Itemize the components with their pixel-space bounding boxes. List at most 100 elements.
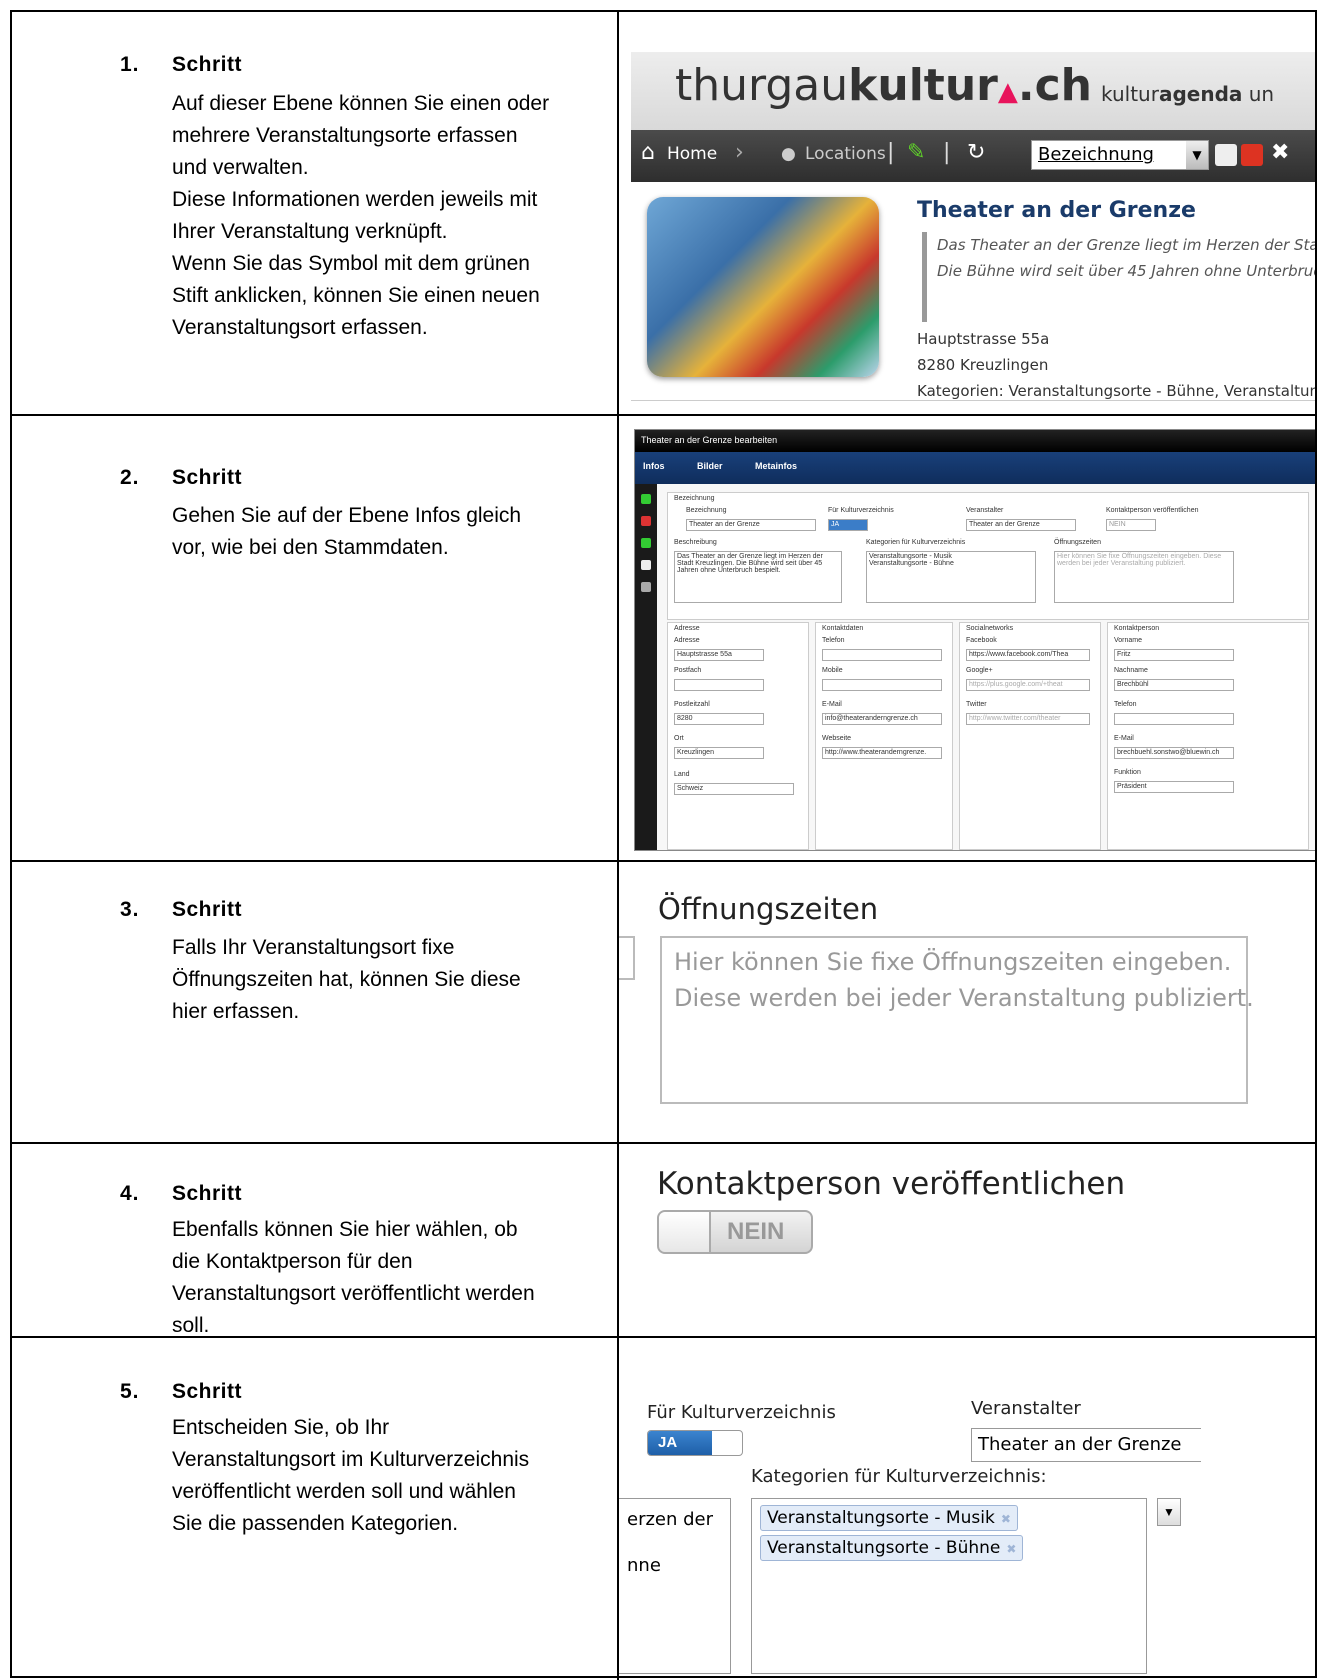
veranstalter-field[interactable]: Theater an der Grenze [971, 1428, 1201, 1462]
step-3-screenshot: Öffnungszeiten Hier können Sie fixe Öffn… [619, 862, 1315, 1142]
green-pencil-icon[interactable]: ✎ [907, 140, 925, 165]
step-3-row: 3. Schritt Falls Ihr Veranstaltungsort f… [12, 862, 1315, 1144]
land-select[interactable]: Schweiz [674, 783, 794, 795]
email-field[interactable]: info@theateranderngrenze.ch [822, 713, 942, 725]
chevron-down-icon[interactable]: ▼ [1186, 141, 1208, 169]
remove-tag-icon[interactable]: ✖ [1001, 1512, 1011, 1526]
approve-icon[interactable] [641, 538, 651, 548]
step-2-text-cell: 2. Schritt Gehen Sie auf der Ebene Infos… [12, 416, 617, 860]
close-icon[interactable]: ✖ [1271, 140, 1289, 165]
oeffnungszeiten-textarea[interactable]: Hier können Sie fixe Öffnungszeiten eing… [660, 936, 1254, 1104]
kontaktperson-toggle[interactable]: NEIN [657, 1210, 813, 1254]
separator: | [887, 140, 895, 165]
step-title: Schritt [172, 1182, 243, 1205]
funktion-field[interactable]: Präsident [1114, 781, 1234, 793]
quote-bar [922, 232, 927, 322]
cancel-icon[interactable] [641, 516, 651, 526]
step-5-text-cell: 5. Schritt Entscheiden Sie, ob Ihr Veran… [12, 1338, 617, 1680]
kontakt-email-field[interactable]: brechbuehl.sonstwo@bluewin.ch [1114, 747, 1234, 759]
save-icon[interactable] [641, 494, 651, 504]
home-icon[interactable]: ⌂ [641, 140, 655, 165]
ort-field[interactable]: Kreuzlingen [674, 747, 764, 759]
nav-home[interactable]: Home [667, 144, 717, 164]
kontakt-toggle[interactable]: NEIN [1106, 519, 1156, 531]
adresse-field[interactable]: Hauptstrasse 55a [674, 649, 764, 661]
panel-adresse: Adresse Adresse Hauptstrasse 55a Postfac… [667, 622, 809, 850]
action-sidebar [635, 484, 657, 850]
telefon-field[interactable] [822, 649, 942, 661]
separator: | [943, 140, 951, 165]
step-2-screenshot: Theater an der Grenze bearbeiten Infos B… [619, 416, 1315, 860]
remove-tag-icon[interactable]: ✖ [1006, 1542, 1016, 1556]
instruction-table: 1. Schritt Auf dieser Ebene können Sie e… [10, 10, 1317, 1680]
postfach-field[interactable] [674, 679, 764, 691]
beschreibung-field[interactable]: erzen der nne [619, 1498, 731, 1674]
checkbox-icon[interactable] [1215, 144, 1237, 166]
mobile-field[interactable] [822, 679, 942, 691]
kontaktperson-label: Kontaktperson veröffentlichen [657, 1166, 1126, 1202]
chevron-down-icon[interactable]: ▼ [1157, 1498, 1181, 1526]
panel-kontaktdaten: Kontaktdaten Telefon Mobile E-Mail info@… [815, 622, 953, 850]
nav-locations[interactable]: Locations [805, 144, 886, 164]
veranstalter-field[interactable]: Theater an der Grenze [966, 519, 1076, 531]
vorname-field[interactable]: Fritz [1114, 649, 1234, 661]
sort-up-icon[interactable] [1241, 144, 1263, 166]
step-1-row: 1. Schritt Auf dieser Ebene können Sie e… [12, 12, 1315, 416]
google-field[interactable]: https://plus.google.com/+theat [966, 679, 1090, 691]
plz-field[interactable]: 8280 [674, 713, 764, 725]
step-number: 5. [120, 1380, 140, 1403]
step-number: 3. [120, 898, 140, 921]
site-header: thurgaukultur▲.ch kulturagenda un [631, 52, 1315, 130]
step-1-text-cell: 1. Schritt Auf dieser Ebene können Sie e… [12, 12, 617, 414]
step-4-screenshot: Kontaktperson veröffentlichen NEIN [619, 1144, 1315, 1336]
facebook-field[interactable]: https://www.facebook.com/Thea [966, 649, 1090, 661]
toggle-on-label: JA [648, 1431, 712, 1455]
nachname-field[interactable]: Brechbühl [1114, 679, 1234, 691]
kategorien-field[interactable]: Veranstaltungsorte - Musik Veranstaltungs… [866, 551, 1036, 603]
panel-socialnetworks: Socialnetworks Facebook https://www.face… [959, 622, 1101, 850]
bezeichnung-field[interactable]: Theater an der Grenze [686, 519, 816, 531]
step-5-row: 5. Schritt Entscheiden Sie, ob Ihr Veran… [12, 1338, 1315, 1680]
step-4-row: 4. Schritt Ebenfalls können Sie hier wäh… [12, 1144, 1315, 1338]
tab-infos[interactable]: Infos [643, 461, 665, 471]
twitter-field[interactable]: http://www.twitter.com/theater [966, 713, 1090, 725]
oeffnungszeiten-label: Öffnungszeiten [658, 892, 879, 926]
refresh-icon[interactable]: ↻ [967, 140, 985, 165]
toolbar: ⌂ Home › ● Locations | ✎ | ↻ Bezeichnung… [631, 130, 1315, 182]
tab-bilder[interactable]: Bilder [697, 461, 723, 471]
step-number: 1. [120, 53, 140, 76]
step-1-screenshot: thurgaukultur▲.ch kulturagenda un ⌂ Home… [619, 12, 1315, 414]
toggle-knob [659, 1212, 711, 1252]
step-title: Schritt [172, 53, 243, 76]
webseite-field[interactable]: http://www.theateranderngrenze. [822, 747, 942, 759]
logo-arrow-icon: ▲ [997, 77, 1018, 107]
step-4-text-cell: 4. Schritt Ebenfalls können Sie hier wäh… [12, 1144, 617, 1337]
step-description: Gehen Sie auf der Ebene Infos gleich vor… [172, 504, 522, 559]
category-tag[interactable]: Veranstaltungsorte - Bühne ✖ [760, 1535, 1024, 1561]
veranstalter-label: Veranstalter [971, 1398, 1081, 1419]
venue-title[interactable]: Theater an der Grenze [917, 198, 1196, 223]
kategorien-field[interactable]: Veranstaltungsorte - Musik ✖ Veranstaltun… [751, 1498, 1147, 1674]
venue-image[interactable] [647, 197, 879, 377]
kulturverzeichnis-toggle[interactable]: JA [647, 1430, 743, 1456]
step-description: Entscheiden Sie, ob Ihr Veranstaltungsor… [172, 1416, 530, 1535]
step-number: 2. [120, 466, 140, 489]
category-tag[interactable]: Veranstaltungsorte - Musik ✖ [760, 1505, 1018, 1531]
step-description: Auf dieser Ebene können Sie einen oder m… [172, 92, 550, 339]
tab-metainfos[interactable]: Metainfos [755, 461, 797, 471]
dialog-tabs: Infos Bilder Metainfos [635, 452, 1315, 484]
step-5-screenshot: Für Kulturverzeichnis JA Veranstalter Th… [619, 1338, 1315, 1680]
venue-address: Hauptstrasse 55a 8280 Kreuzlingen Katego… [917, 330, 1315, 400]
oeffnungszeiten-field[interactable]: Hier können Sie fixe Öffnungszeiten eing… [1054, 551, 1234, 603]
toggle-label: NEIN [727, 1218, 785, 1245]
kontakt-telefon-field[interactable] [1114, 713, 1234, 725]
chevron-right-icon: › [735, 140, 744, 165]
copy-icon[interactable] [641, 560, 651, 570]
sort-select[interactable]: Bezeichnung ▼ [1031, 140, 1209, 170]
beschreibung-field[interactable]: Das Theater an der Grenze liegt im Herze… [674, 551, 842, 603]
venue-description: Das Theater an der Grenze liegt im Herze… [937, 236, 1315, 280]
agenda-label: kulturagenda un [1101, 82, 1275, 106]
kulturverzeichnis-toggle[interactable]: JA [828, 519, 868, 531]
info-icon[interactable] [641, 582, 651, 592]
site-logo[interactable]: thurgaukultur▲.ch [675, 60, 1092, 111]
